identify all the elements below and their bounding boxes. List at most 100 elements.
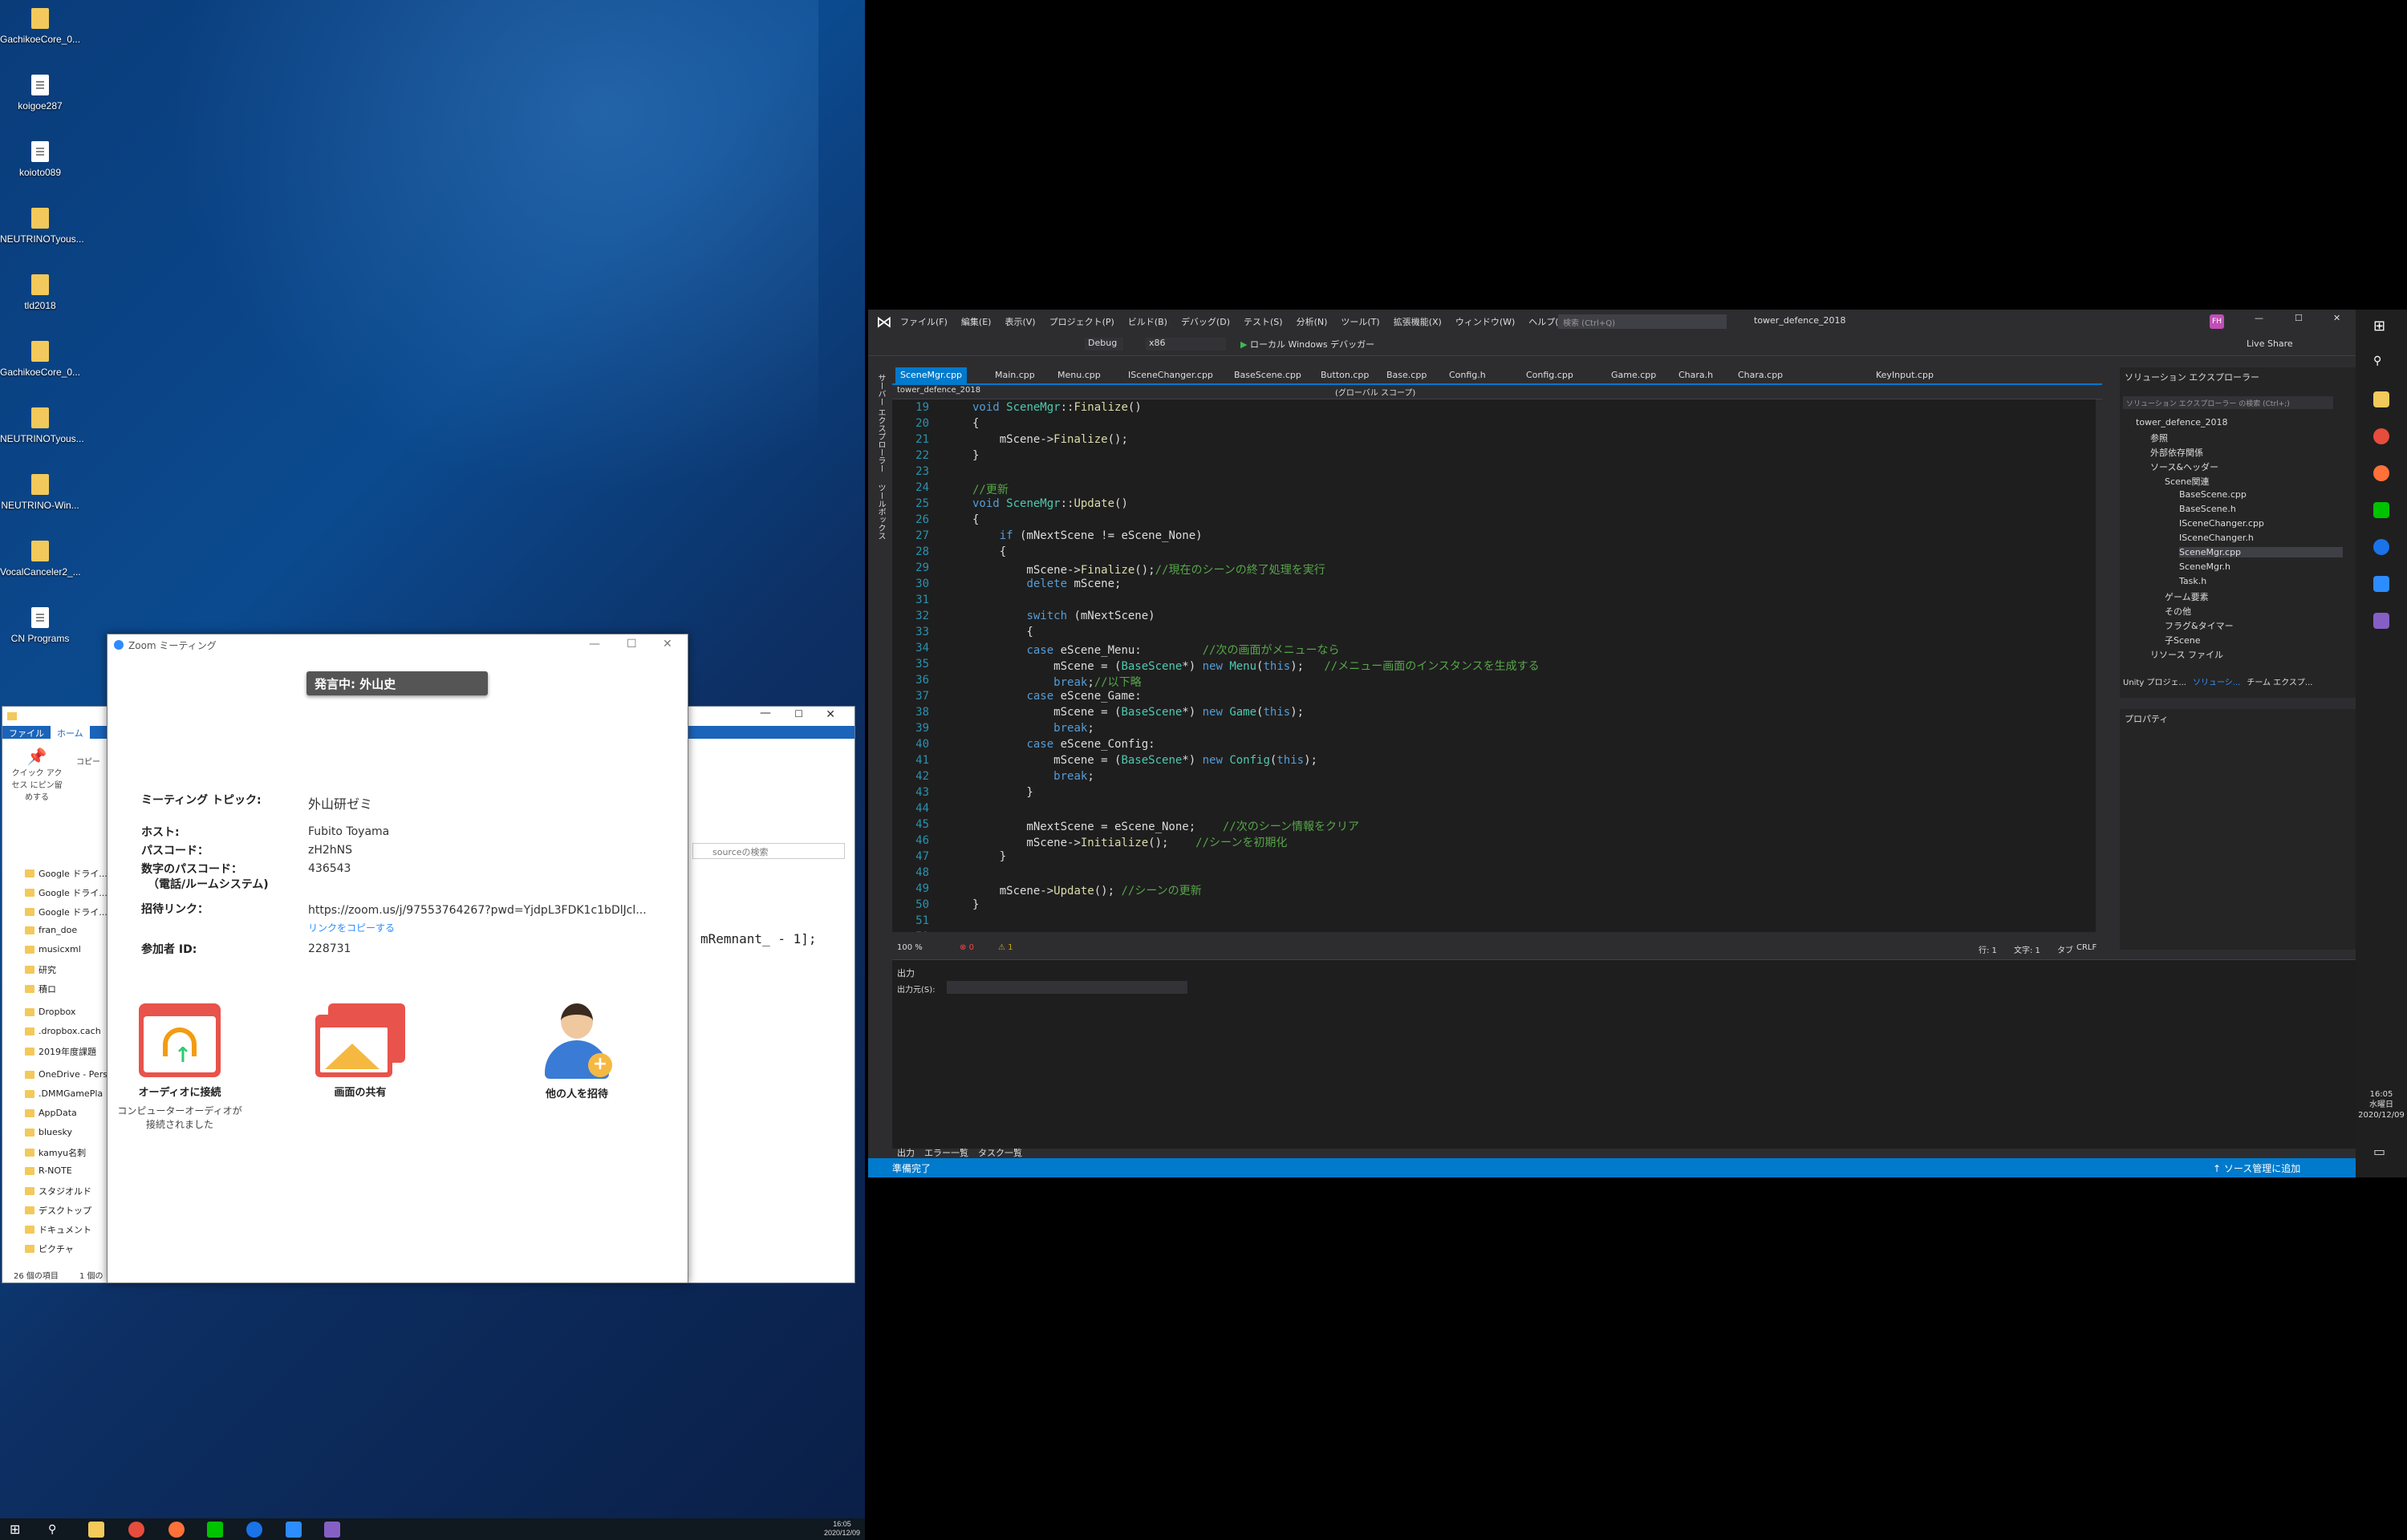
editor-tab[interactable]: Config.cpp (1526, 370, 1573, 380)
connect-audio-button[interactable]: ↑ オーディオに接続 コンピューターオーディオが接続されました (108, 1003, 252, 1131)
menu-item[interactable]: 拡張機能(X) (1394, 315, 1442, 328)
editor-tab[interactable]: Chara.cpp (1738, 370, 1783, 380)
nav-item[interactable]: OneDrive - Pers (25, 1069, 108, 1080)
code-line[interactable]: mScene->Finalize(); (972, 433, 1128, 446)
code-line[interactable]: void SceneMgr::Finalize() (972, 401, 1142, 414)
solution-tree-item[interactable]: SceneMgr.cpp (2179, 547, 2343, 557)
explorer-search-input[interactable]: sourceの検索 (692, 843, 845, 859)
nav-item[interactable]: 積ロ (25, 983, 56, 995)
editor-tab[interactable]: Config.h (1449, 370, 1486, 380)
code-line[interactable]: } (972, 786, 1033, 799)
code-line[interactable]: mScene = (BaseScene*) new Menu(this); //… (972, 658, 1540, 674)
close-icon[interactable]: ✕ (826, 708, 835, 721)
chrome-taskbar-icon[interactable] (128, 1522, 144, 1538)
desktop-icon[interactable]: NEUTRINO-Win... (0, 474, 80, 511)
code-line[interactable]: } (972, 898, 979, 911)
close-icon[interactable]: ✕ (663, 638, 672, 650)
visual-studio-taskbar-icon[interactable] (324, 1522, 340, 1538)
solution-tree-item[interactable]: tower_defence_2018 (2136, 417, 2228, 428)
maps-taskbar-icon[interactable] (2373, 539, 2389, 555)
nav-item[interactable]: デスクトップ (25, 1204, 91, 1217)
nav-item[interactable]: Google ドライ... (25, 906, 108, 918)
menu-item[interactable]: 表示(V) (1005, 315, 1035, 328)
nav-item[interactable]: 研究 (25, 963, 56, 976)
pin-quick-access-button[interactable]: 📌 クイック アクセス にピン留めする (9, 747, 65, 802)
editor-tab[interactable]: Base.cpp (1386, 370, 1427, 380)
vs-search-input[interactable]: 検索 (Ctrl+Q) (1558, 314, 1727, 329)
code-line[interactable]: case eScene_Game: (972, 690, 1141, 703)
copy-button[interactable]: コピー (76, 755, 100, 767)
editor-tab[interactable]: ISceneChanger.cpp (1128, 370, 1213, 380)
desktop-icon[interactable]: GachikoeCore_0... (0, 341, 80, 378)
solution-tree-item[interactable]: その他 (2165, 605, 2191, 618)
code-line[interactable]: break; (972, 770, 1094, 783)
nav-item[interactable]: 2019年度課題 (25, 1045, 96, 1058)
explorer-taskbar-icon[interactable] (88, 1522, 104, 1538)
nav-item[interactable]: Google ドライ... (25, 867, 108, 880)
solution-tree-item[interactable]: リソース ファイル (2150, 648, 2223, 661)
editor-tab[interactable]: Button.cpp (1321, 370, 1369, 380)
menu-item[interactable]: 編集(E) (961, 315, 992, 328)
notification-icon[interactable]: ▭ (2373, 1144, 2389, 1160)
minimize-icon[interactable]: — (2255, 313, 2263, 323)
zoom-taskbar-icon[interactable] (2373, 576, 2389, 592)
zoom-taskbar-icon[interactable] (286, 1522, 302, 1538)
menu-item[interactable]: 分析(N) (1297, 315, 1328, 328)
editor-tab[interactable]: Main.cpp (995, 370, 1035, 380)
project-dropdown[interactable]: tower_defence_2018 (897, 386, 1298, 395)
search-icon[interactable]: ⚲ (48, 1522, 64, 1538)
chrome-taskbar-icon[interactable] (2373, 428, 2389, 444)
desktop-icon[interactable]: koigoe287 (0, 75, 80, 111)
code-line[interactable]: delete mScene; (972, 578, 1121, 590)
copy-link-button[interactable]: リンクをコピーする (308, 921, 395, 934)
output-tab[interactable]: エラー一覧 (924, 1146, 968, 1159)
code-line[interactable]: case eScene_Config: (972, 738, 1155, 751)
zoom-meeting-window[interactable]: Zoom ミーティング — ☐ ✕ 発言中: 外山史 ミーティング トピック: … (107, 634, 688, 1283)
solution-tree-item[interactable]: 外部依存関係 (2150, 446, 2203, 459)
desktop-icon[interactable]: GachikoeCore_0... (0, 8, 80, 45)
warning-count[interactable]: ⚠ 1 (998, 943, 1013, 952)
start-icon[interactable]: ⊞ (10, 1522, 26, 1538)
explorer-taskbar-icon[interactable] (2373, 391, 2389, 407)
solution-bottom-tab[interactable]: Unity プロジェ... (2123, 675, 2186, 687)
nav-item[interactable]: ドキュメント (25, 1223, 91, 1236)
nav-item[interactable]: fran_doe (25, 925, 77, 935)
code-line[interactable]: { (972, 417, 979, 430)
close-icon[interactable]: ✕ (2333, 313, 2340, 323)
menu-item[interactable]: ファイル(F) (900, 315, 948, 328)
solution-tree-item[interactable]: SceneMgr.h (2179, 561, 2230, 572)
maps-taskbar-icon[interactable] (246, 1522, 262, 1538)
menu-item[interactable]: ウィンドウ(W) (1455, 315, 1515, 328)
visual-studio-taskbar-icon[interactable] (2373, 613, 2389, 629)
code-line[interactable]: mScene->Finalize();//現在のシーンの終了処理を実行 (972, 561, 1325, 578)
maximize-icon[interactable]: ☐ (2295, 313, 2303, 323)
live-share-button[interactable]: Live Share (2247, 338, 2293, 349)
solution-tree-item[interactable]: フラグ&タイマー (2165, 619, 2234, 632)
code-line[interactable]: void SceneMgr::Update() (972, 497, 1128, 510)
solution-tree-item[interactable]: 子Scene (2165, 634, 2201, 646)
code-line[interactable]: break; (972, 722, 1094, 735)
nav-item[interactable]: Dropbox (25, 1007, 75, 1017)
solution-tree-item[interactable]: BaseScene.cpp (2179, 489, 2247, 500)
code-line[interactable]: //描画 (972, 930, 1009, 932)
solution-explorer[interactable]: ソリューション エクスプローラー ソリューション エクスプローラー の検索 (C… (2120, 367, 2356, 698)
server-explorer-tab[interactable]: サーバー エクスプローラー (875, 374, 887, 472)
code-line[interactable]: mScene->Update(); //シーンの更新 (972, 882, 1202, 898)
nav-item[interactable]: .dropbox.cach (25, 1026, 101, 1036)
nav-item[interactable]: .DMMGamePla (25, 1088, 103, 1099)
code-line[interactable]: mScene->Initialize(); //シーンを初期化 (972, 834, 1287, 850)
platform-dropdown[interactable]: x86 (1146, 338, 1226, 351)
menu-item[interactable]: テスト(S) (1244, 315, 1283, 328)
editor-tab[interactable]: Game.cpp (1611, 370, 1656, 380)
share-screen-button[interactable]: 画面の共有 (288, 1003, 432, 1099)
zoom-level[interactable]: 100 % (897, 943, 923, 952)
ribbon-tab-file[interactable]: ファイル (2, 726, 51, 739)
firefox-taskbar-icon[interactable] (2373, 465, 2389, 481)
menu-item[interactable]: ツール(T) (1341, 315, 1379, 328)
code-line[interactable]: } (972, 449, 979, 462)
editor-tab[interactable]: Chara.h (1678, 370, 1713, 380)
taskbar-clock[interactable]: 16:05 水曜日 2020/12/09 (2356, 1089, 2407, 1121)
editor-tab[interactable]: Menu.cpp (1057, 370, 1101, 380)
code-line[interactable]: { (972, 545, 1006, 558)
solution-tree-item[interactable]: ゲーム要素 (2165, 590, 2209, 603)
